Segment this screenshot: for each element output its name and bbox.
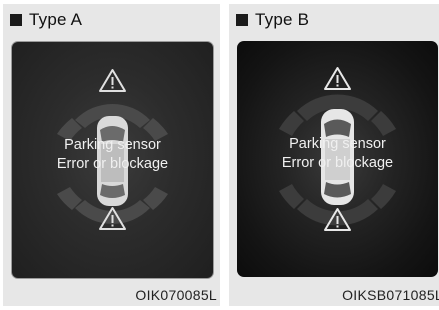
type-b-message: Parking sensor Error or blockage bbox=[237, 135, 438, 173]
message-line-2: Error or blockage bbox=[281, 155, 394, 171]
type-a-message: Parking sensor Error or blockage bbox=[12, 136, 213, 174]
type-b-panel: Type B Parking sensor Error or blockage … bbox=[229, 4, 439, 306]
rear-right-sensor-arc bbox=[371, 184, 396, 209]
message-line-1: Parking sensor bbox=[64, 137, 161, 153]
type-a-display-screen: Parking sensor Error or blockage bbox=[11, 41, 214, 279]
bullet-square-icon bbox=[10, 14, 22, 26]
type-a-header: Type A bbox=[10, 9, 82, 31]
rear-left-sensor-arc bbox=[279, 184, 304, 209]
bullet-square-icon bbox=[236, 14, 248, 26]
type-a-image-code: OIK070085L bbox=[135, 287, 217, 303]
front-warning-triangle-icon bbox=[99, 69, 126, 92]
front-right-sensor-arc bbox=[371, 111, 396, 136]
type-a-title: Type A bbox=[29, 10, 83, 29]
front-warning-triangle-icon bbox=[324, 67, 351, 90]
front-left-sensor-arc bbox=[279, 111, 304, 136]
message-line-2: Error or blockage bbox=[56, 156, 169, 172]
type-b-header: Type B bbox=[236, 9, 309, 31]
type-b-display-screen: Parking sensor Error or blockage bbox=[237, 41, 438, 277]
type-b-image-code: OIKSB071085L bbox=[342, 287, 439, 303]
type-a-panel: Type A Parking sensor Error or blockage … bbox=[3, 4, 220, 306]
type-b-title: Type B bbox=[255, 10, 310, 29]
message-line-1: Parking sensor bbox=[289, 136, 386, 152]
